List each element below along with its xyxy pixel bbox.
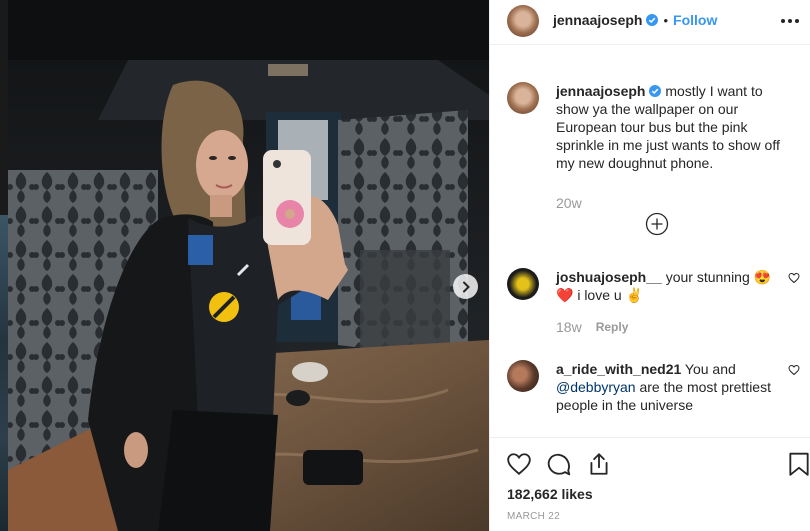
selfie-photo-illustration — [8, 0, 489, 531]
caption-age[interactable]: 20w — [556, 194, 582, 212]
post-side-panel: jennaajoseph • Follow jennaajoseph mostl… — [489, 0, 810, 531]
reply-button[interactable]: Reply — [596, 318, 629, 336]
separator-dot: • — [663, 12, 669, 28]
comment-username[interactable]: joshuajoseph__ — [556, 269, 662, 285]
background-sea-image — [0, 215, 8, 531]
follow-button[interactable]: Follow — [673, 12, 717, 28]
commenter-avatar[interactable] — [507, 360, 539, 392]
post-date[interactable]: MARCH 22 — [507, 511, 560, 522]
chevron-right-icon — [462, 281, 470, 292]
caption-meta: 20w — [556, 194, 788, 212]
comment-text: You and — [684, 361, 736, 377]
post-header: jennaajoseph • Follow — [490, 0, 810, 45]
verified-badge-icon — [646, 14, 659, 26]
caption-body: jennaajoseph mostly I want to show ya th… — [556, 82, 788, 212]
comment-text-line2: ❤️ i love u ✌️ — [556, 287, 644, 303]
heart-icon[interactable] — [788, 272, 800, 284]
author-username[interactable]: jennaajoseph — [553, 12, 642, 28]
comments-list[interactable]: jennaajoseph mostly I want to show ya th… — [490, 46, 810, 436]
mention-link[interactable]: @debbyryan — [556, 379, 636, 395]
post-photo — [8, 0, 489, 531]
comment-meta: 18w Reply — [556, 318, 788, 336]
share-icon[interactable] — [586, 451, 612, 477]
comment-age[interactable]: 18w — [556, 318, 582, 336]
more-options-icon[interactable] — [781, 12, 799, 30]
bookmark-icon[interactable] — [786, 451, 810, 477]
verified-badge-icon — [649, 85, 662, 97]
comment-body: joshuajoseph__ your stunning 😍 ❤️ i love… — [556, 268, 788, 336]
action-bar: 182,662 likes MARCH 22 — [490, 437, 810, 531]
heart-icon[interactable] — [506, 451, 532, 477]
caption-username[interactable]: jennaajoseph — [556, 83, 645, 99]
next-photo-button[interactable] — [453, 274, 478, 299]
background-feed-strip — [0, 0, 8, 531]
caption-author-avatar[interactable] — [507, 82, 539, 114]
author-row: jennaajoseph • Follow — [553, 12, 717, 28]
author-avatar[interactable] — [507, 4, 539, 37]
comment-bubble-icon[interactable] — [546, 451, 572, 477]
comment-body: a_ride_with_ned21 You and @debbyryan are… — [556, 360, 788, 414]
likes-count[interactable]: 182,662 likes — [507, 486, 593, 502]
commenter-avatar[interactable] — [507, 268, 539, 300]
comment-text: your stunning 😍 — [665, 269, 772, 285]
comment-username[interactable]: a_ride_with_ned21 — [556, 361, 681, 377]
heart-icon[interactable] — [788, 364, 800, 376]
plus-circle-icon[interactable] — [645, 212, 669, 236]
